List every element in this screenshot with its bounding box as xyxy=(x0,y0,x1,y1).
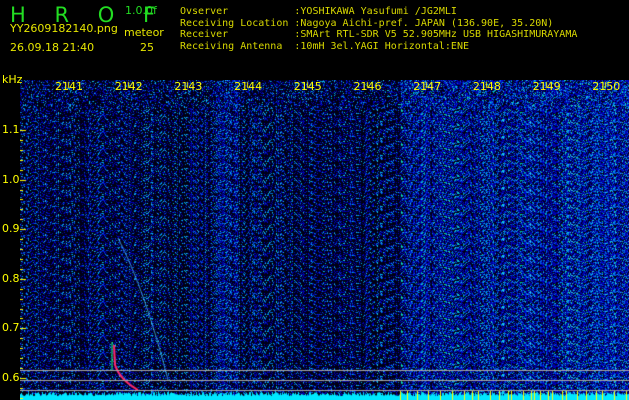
info-row: Receiver :SMArt RTL-SDR V5 52.905MHz USB… xyxy=(180,29,577,41)
y-tick-label: 1.1 xyxy=(2,123,20,136)
info-label: Receiving Location xyxy=(180,17,295,29)
info-label: Ovserver xyxy=(180,6,295,17)
station-info: Ovserver :YOSHIKAWA Yasufumi /JG2MLI Rec… xyxy=(180,6,629,54)
time-tick-label: 2147 xyxy=(413,80,442,93)
time-tick-label: 2149 xyxy=(532,80,561,93)
y-tick-label: 0.7 xyxy=(2,321,20,335)
time-tick-label: 2150 xyxy=(592,80,621,93)
time-tick-label: 2145 xyxy=(293,80,322,93)
info-row: Ovserver :YOSHIKAWA Yasufumi /JG2MLI xyxy=(180,6,457,18)
time-tick-label: 2141 xyxy=(55,80,83,93)
time-tick-label: 2148 xyxy=(472,80,501,93)
info-value: :Nagoya Aichi-pref. JAPAN (136.90E, 35.2… xyxy=(294,17,554,29)
y-tick-label: 0.9 xyxy=(2,222,20,236)
y-tick-label: 0.8 xyxy=(2,271,20,285)
y-tick-label: 1.0 xyxy=(2,172,20,186)
y-tick-label: 0.6 xyxy=(2,371,20,384)
meteor-count: 25 xyxy=(140,41,154,54)
time-tick-label: 2142 xyxy=(114,80,143,93)
info-label: Receiving Antenna xyxy=(180,40,295,52)
y-axis-unit: kHz xyxy=(2,73,23,86)
time-tick-label: 2143 xyxy=(174,80,203,93)
time-tick-label: 2144 xyxy=(234,80,263,93)
version: 1.0.0f xyxy=(125,4,157,17)
filename: YY2609182140.png xyxy=(10,22,118,35)
info-value: :YOSHIKAWA Yasufumi /JG2MLI xyxy=(294,6,457,17)
info-value: :10mH 3el.YAGI Horizontal:ENE xyxy=(294,40,469,52)
info-label: Receiver xyxy=(180,29,295,40)
info-row: Receiving Location :Nagoya Aichi-pref. J… xyxy=(180,18,553,30)
spectrogram xyxy=(20,80,629,400)
info-row: Receiving Antenna :10mH 3el.YAGI Horizon… xyxy=(180,41,469,53)
meteor-label: meteor xyxy=(124,26,164,39)
info-value: :SMArt RTL-SDR V5 52.905MHz USB HIGASHIM… xyxy=(294,29,578,40)
time-tick-label: 2146 xyxy=(353,80,382,93)
datetime: 26.09.18 21:40 xyxy=(10,41,95,54)
